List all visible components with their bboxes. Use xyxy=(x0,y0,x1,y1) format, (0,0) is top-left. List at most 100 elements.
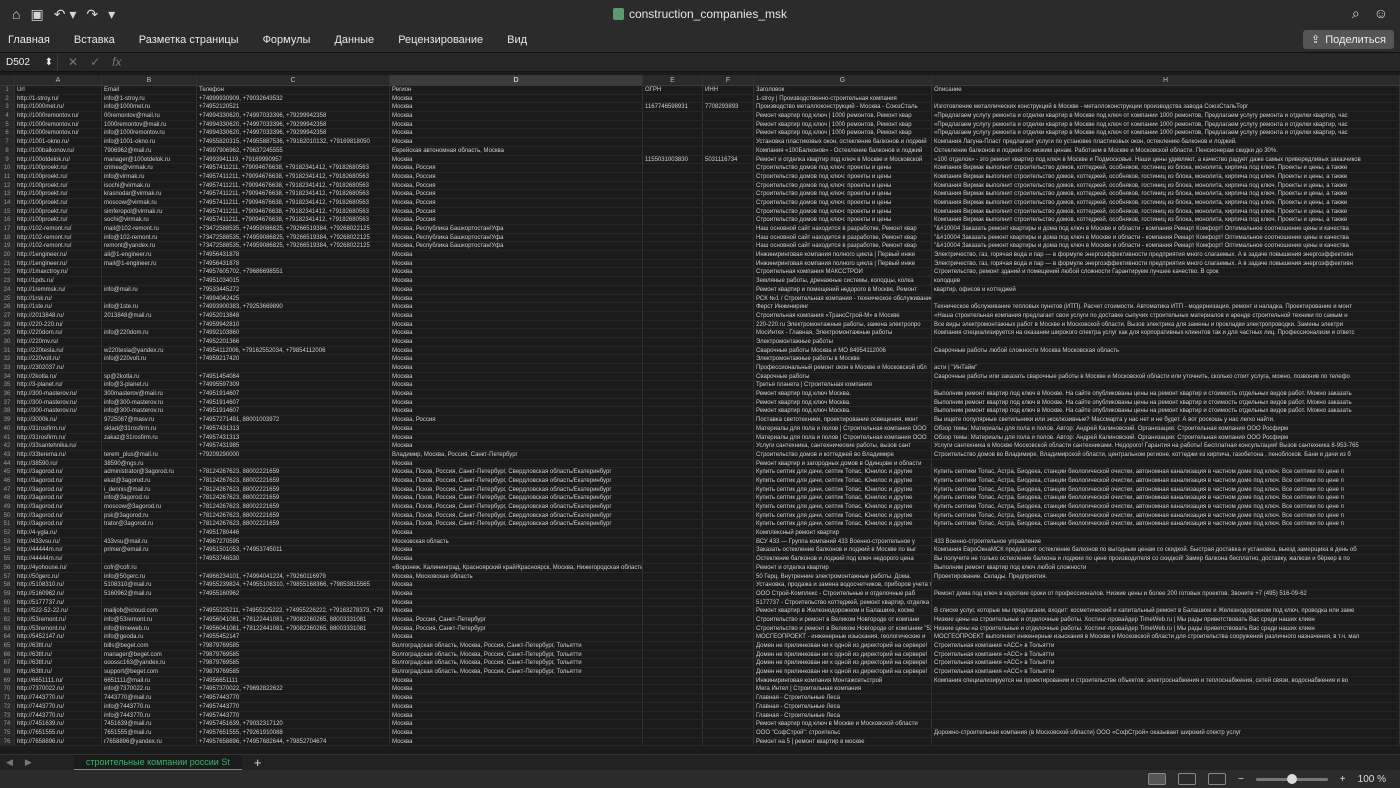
row-number[interactable]: 32 xyxy=(0,355,15,363)
cell[interactable]: http://38590.ru/ xyxy=(15,459,102,468)
cell[interactable]: Компания ЕвроОкнаМСК предлагает остеклен… xyxy=(932,546,1400,555)
cell[interactable]: +74994330620, +74997033396, +79299942358 xyxy=(197,112,390,120)
tab-review[interactable]: Рецензирование xyxy=(398,34,483,46)
cell[interactable]: http://7443770.ru/ xyxy=(15,694,102,702)
cell[interactable]: Строительство домов под ключ: проекты и … xyxy=(754,181,932,190)
cell[interactable]: +74951914607 xyxy=(197,398,390,407)
cell[interactable]: http://5177737.ru/ xyxy=(15,598,102,607)
cell[interactable]: http://1engineer.ru/ xyxy=(15,251,102,259)
cell[interactable]: +74955239824, +74955108310, +79855168366… xyxy=(197,581,390,589)
cell[interactable]: +74957411211, +79094676638, +79182341412… xyxy=(197,164,390,172)
cell[interactable]: Url xyxy=(15,86,102,94)
cell[interactable] xyxy=(703,555,754,563)
row-number[interactable]: 67 xyxy=(0,659,15,668)
page-break-view-button[interactable] xyxy=(1207,773,1226,785)
cell[interactable]: http://100proekt.ru/ xyxy=(15,190,102,198)
cell[interactable]: Инжиниринговая компания полного цикла | … xyxy=(754,251,932,259)
cell[interactable]: +74956431878 xyxy=(197,259,390,268)
cell[interactable]: +74957431313 xyxy=(197,424,390,433)
cell[interactable]: Остекление балконов и лоджий по низким ц… xyxy=(932,146,1400,155)
row-number[interactable]: 55 xyxy=(0,555,15,563)
cell[interactable]: http://3agorod.ru/ xyxy=(15,511,102,520)
cell[interactable]: Москва xyxy=(390,346,643,355)
row-number[interactable]: 68 xyxy=(0,668,15,676)
cell[interactable] xyxy=(102,555,197,563)
cell[interactable]: +74952201366 xyxy=(197,337,390,346)
cell[interactable]: +74957443770 xyxy=(197,711,390,720)
row-number[interactable]: 20 xyxy=(0,251,15,259)
row-number[interactable]: 65 xyxy=(0,642,15,650)
cell[interactable] xyxy=(643,676,703,685)
cell[interactable]: Инжиниринговая компания полного цикла | … xyxy=(754,259,932,268)
cell[interactable]: Москва xyxy=(390,702,643,711)
row-number[interactable]: 46 xyxy=(0,476,15,485)
cell[interactable] xyxy=(703,355,754,363)
cell[interactable] xyxy=(643,329,703,337)
cell[interactable]: Волгоградская область, Москва, Россия, С… xyxy=(390,650,643,659)
cell[interactable]: +74956431878 xyxy=(197,251,390,259)
cell[interactable]: http://100proekt.ru/ xyxy=(15,181,102,190)
cell[interactable]: Москва xyxy=(390,277,643,285)
cell[interactable] xyxy=(643,503,703,511)
row-number[interactable]: 66 xyxy=(0,650,15,659)
cell[interactable]: +74957411211, +79094676638, +79182341412… xyxy=(197,181,390,190)
cell[interactable]: Заголовок xyxy=(754,86,932,94)
cell[interactable]: Обзор темы: Материалы для пола и полов. … xyxy=(932,424,1400,433)
cell[interactable]: Установка, продажа и замена водосчетчико… xyxy=(754,581,932,589)
cell[interactable] xyxy=(643,650,703,659)
cell[interactable]: r7658896@yandex.ru xyxy=(102,737,197,746)
cell[interactable]: Купить септики Топас, Астра, Биодека, ст… xyxy=(932,494,1400,502)
cell[interactable]: Ремонт квартир и загородных домов в Один… xyxy=(754,459,932,468)
cell[interactable]: Москва xyxy=(390,398,643,407)
row-number[interactable]: 29 xyxy=(0,329,15,337)
cell[interactable]: http://63tlt.ru/ xyxy=(15,642,102,650)
cell[interactable]: Компания Вирмак выполнит строительство д… xyxy=(932,216,1400,224)
cell[interactable] xyxy=(643,190,703,198)
cell[interactable]: Выполним ремонт квартир под ключ в Москв… xyxy=(932,407,1400,416)
cell[interactable]: +74966234101, +74994041224, +79260116979 xyxy=(197,572,390,581)
cell[interactable]: Сварочные работы xyxy=(754,372,932,381)
cell[interactable]: simferopol@virmak.ru xyxy=(102,207,197,216)
cell[interactable]: Москва xyxy=(390,433,643,442)
cell[interactable]: 6651111@mail.ru xyxy=(102,676,197,685)
cell[interactable] xyxy=(703,442,754,450)
cell[interactable]: http://3000k.ru/ xyxy=(15,416,102,424)
cell[interactable]: Ремонт квартир под ключ | 1000 ремонтов,… xyxy=(754,129,932,138)
cell[interactable]: info@1000met.ru xyxy=(102,103,197,112)
cell[interactable]: Остекление балконов и лоджий под ключ не… xyxy=(754,555,932,563)
cell[interactable]: Москва xyxy=(390,355,643,363)
cell[interactable] xyxy=(643,442,703,450)
cell[interactable] xyxy=(643,537,703,546)
cell[interactable]: колодцев xyxy=(932,277,1400,285)
cell[interactable] xyxy=(703,390,754,398)
cell[interactable] xyxy=(703,285,754,294)
cell[interactable]: +74957370022, +79692822622 xyxy=(197,685,390,694)
row-number[interactable]: 59 xyxy=(0,589,15,598)
cell[interactable]: асти | "ИнТайм" xyxy=(932,364,1400,372)
cell[interactable] xyxy=(643,485,703,494)
page-layout-view-button[interactable] xyxy=(1177,773,1196,785)
cell[interactable]: Строительство, ремонт зданий и помещений… xyxy=(932,268,1400,277)
row-number[interactable]: 17 xyxy=(0,225,15,233)
cell[interactable] xyxy=(703,172,754,181)
cell[interactable]: info@7443770.ru xyxy=(102,711,197,720)
cell[interactable] xyxy=(643,381,703,390)
cell[interactable]: Москва xyxy=(390,424,643,433)
row-number[interactable]: 16 xyxy=(0,216,15,224)
cell[interactable] xyxy=(703,650,754,659)
cell[interactable]: http://300-masterov.ru/ xyxy=(15,398,102,407)
cell[interactable] xyxy=(197,598,390,607)
cell[interactable]: Купить септик для дачи, септик Топас, Юн… xyxy=(754,503,932,511)
cell[interactable]: Москва, Московская область xyxy=(390,572,643,581)
cell[interactable]: Материалы для пола и полов | Строительна… xyxy=(754,433,932,442)
cell[interactable]: +74993941119, +79169990957 xyxy=(197,155,390,164)
cell[interactable] xyxy=(643,416,703,424)
cell[interactable] xyxy=(703,138,754,146)
cell[interactable]: Москва xyxy=(390,685,643,694)
row-number[interactable]: 25 xyxy=(0,294,15,303)
row-number[interactable]: 23 xyxy=(0,277,15,285)
row-number[interactable]: 22 xyxy=(0,268,15,277)
cell[interactable] xyxy=(932,720,1400,728)
cell[interactable]: http://50gerc.ru/ xyxy=(15,572,102,581)
cell[interactable]: Москва, Россия xyxy=(390,198,643,207)
